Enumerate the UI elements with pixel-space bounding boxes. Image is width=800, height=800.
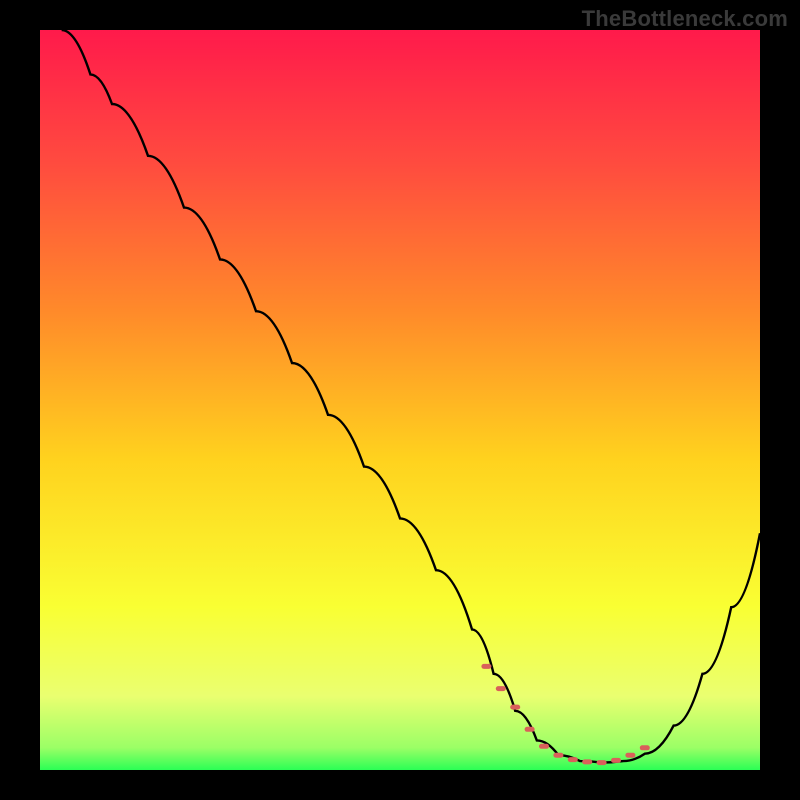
gradient-background: [40, 30, 760, 770]
chart-frame: TheBottleneck.com: [0, 0, 800, 800]
marker-dot: [568, 757, 578, 762]
marker-dot: [582, 759, 592, 764]
marker-dot: [597, 760, 607, 765]
marker-dot: [611, 758, 621, 763]
marker-dot: [640, 745, 650, 750]
marker-dot: [496, 686, 506, 691]
watermark-text: TheBottleneck.com: [582, 6, 788, 32]
marker-dot: [625, 753, 635, 758]
marker-dot: [525, 727, 535, 732]
chart-plot: [40, 30, 760, 770]
marker-dot: [553, 753, 563, 758]
marker-dot: [539, 744, 549, 749]
marker-dot: [510, 705, 520, 710]
marker-dot: [481, 664, 491, 669]
